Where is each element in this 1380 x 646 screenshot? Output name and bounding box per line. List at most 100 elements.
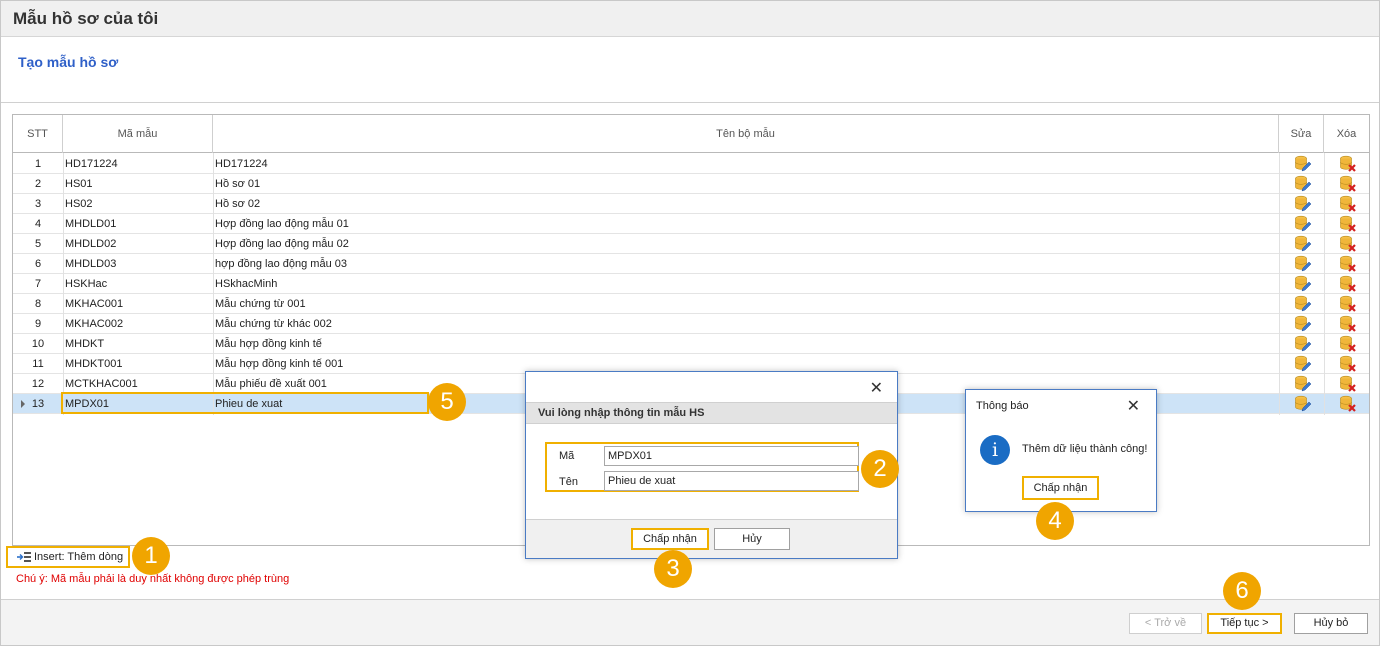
cell-ma-mau[interactable]: HSKHac: [65, 274, 213, 294]
ma-label: Mã: [559, 450, 575, 462]
ma-input[interactable]: MPDX01: [604, 446, 859, 466]
cell-ma-mau[interactable]: MHDLD01: [65, 214, 213, 234]
database-edit-icon[interactable]: [1294, 195, 1312, 213]
database-delete-icon[interactable]: [1339, 355, 1357, 373]
database-delete-icon[interactable]: [1339, 315, 1357, 333]
dialog-button-area: Chấp nhận Hủy: [526, 520, 897, 558]
template-input-dialog: ✕ Vui lòng nhập thông tin mẫu HS Mã MPDX…: [525, 371, 898, 559]
cell-ma-mau[interactable]: HS01: [65, 174, 213, 194]
insert-row-button[interactable]: Insert: Thêm dòng: [6, 546, 130, 568]
next-button[interactable]: Tiếp tục >: [1207, 613, 1282, 634]
insert-row-label: Insert: Thêm dòng: [34, 551, 124, 563]
cell-ten-bo-mau[interactable]: Hợp đồng lao động mẫu 01: [215, 214, 1275, 234]
table-row[interactable]: 3 HS02 Hồ sơ 02: [13, 194, 1369, 214]
database-delete-icon[interactable]: [1339, 235, 1357, 253]
cell-ma-mau[interactable]: MHDKT001: [65, 354, 213, 374]
database-edit-icon[interactable]: [1294, 355, 1312, 373]
table-row[interactable]: 6 MHDLD03 hợp đồng lao động mẫu 03: [13, 254, 1369, 274]
cell-stt[interactable]: 12: [13, 374, 63, 394]
database-delete-icon[interactable]: [1339, 375, 1357, 393]
cell-ma-mau[interactable]: MHDKT: [65, 334, 213, 354]
cell-stt[interactable]: 6: [13, 254, 63, 274]
cell-ma-mau[interactable]: HD171224: [65, 154, 213, 174]
cell-ten-bo-mau[interactable]: Mẫu chứng từ 001: [215, 294, 1275, 314]
header-divider: [1, 102, 1379, 103]
cell-ten-bo-mau[interactable]: Mẫu chứng từ khác 002: [215, 314, 1275, 334]
cell-stt[interactable]: 3: [13, 194, 63, 214]
database-delete-icon[interactable]: [1339, 295, 1357, 313]
database-delete-icon[interactable]: [1339, 215, 1357, 233]
cell-ma-mau[interactable]: HS02: [65, 194, 213, 214]
callout-4: 4: [1036, 502, 1074, 540]
table-row[interactable]: 10 MHDKT Mẫu hợp đồng kinh tế: [13, 334, 1369, 354]
cell-ten-bo-mau[interactable]: Hồ sơ 02: [215, 194, 1275, 214]
cell-stt[interactable]: 8: [13, 294, 63, 314]
cell-stt[interactable]: 10: [13, 334, 63, 354]
cell-ten-bo-mau[interactable]: Hồ sơ 01: [215, 174, 1275, 194]
cell-ma-mau[interactable]: MKHAC002: [65, 314, 213, 334]
cell-stt[interactable]: 13: [13, 394, 63, 414]
grid-divider: [213, 153, 214, 415]
cell-ten-bo-mau[interactable]: HD171224: [215, 154, 1275, 174]
database-delete-icon[interactable]: [1339, 155, 1357, 173]
database-edit-icon[interactable]: [1294, 335, 1312, 353]
callout-6: 6: [1223, 572, 1261, 610]
notification-ok-button[interactable]: Chấp nhận: [1022, 476, 1099, 500]
cell-stt[interactable]: 11: [13, 354, 63, 374]
col-header-xoa[interactable]: Xóa: [1324, 115, 1369, 153]
cell-stt[interactable]: 2: [13, 174, 63, 194]
database-edit-icon[interactable]: [1294, 155, 1312, 173]
col-header-ma[interactable]: Mã mẫu: [63, 115, 213, 153]
page-subtitle: Tạo mẫu hồ sơ: [18, 54, 119, 70]
dialog-ok-button[interactable]: Chấp nhận: [631, 528, 709, 550]
database-edit-icon[interactable]: [1294, 395, 1312, 413]
database-delete-icon[interactable]: [1339, 255, 1357, 273]
cell-stt[interactable]: 5: [13, 234, 63, 254]
cell-ma-mau[interactable]: MHDLD02: [65, 234, 213, 254]
table-row[interactable]: 8 MKHAC001 Mẫu chứng từ 001: [13, 294, 1369, 314]
grid-divider: [63, 153, 64, 415]
cell-ten-bo-mau[interactable]: Mẫu hợp đồng kinh tế: [215, 334, 1275, 354]
database-delete-icon[interactable]: [1339, 335, 1357, 353]
table-row[interactable]: 9 MKHAC002 Mẫu chứng từ khác 002: [13, 314, 1369, 334]
col-header-stt[interactable]: STT: [13, 115, 63, 153]
database-edit-icon[interactable]: [1294, 215, 1312, 233]
database-edit-icon[interactable]: [1294, 235, 1312, 253]
cell-stt[interactable]: 4: [13, 214, 63, 234]
col-header-sua[interactable]: Sửa: [1279, 115, 1324, 153]
cell-ma-mau[interactable]: MCTKHAC001: [65, 374, 213, 394]
table-row[interactable]: 7 HSKHac HSkhacMinh: [13, 274, 1369, 294]
table-row[interactable]: 2 HS01 Hồ sơ 01: [13, 174, 1369, 194]
cell-ten-bo-mau[interactable]: hợp đồng lao động mẫu 03: [215, 254, 1275, 274]
database-edit-icon[interactable]: [1294, 255, 1312, 273]
database-edit-icon[interactable]: [1294, 295, 1312, 313]
cell-ten-bo-mau[interactable]: HSkhacMinh: [215, 274, 1275, 294]
cancel-all-button[interactable]: Hủy bỏ: [1294, 613, 1368, 634]
cell-ma-mau[interactable]: MKHAC001: [65, 294, 213, 314]
close-icon[interactable]: ✕: [1127, 396, 1140, 416]
ten-input[interactable]: Phieu de xuat: [604, 471, 859, 491]
database-delete-icon[interactable]: [1339, 275, 1357, 293]
database-delete-icon[interactable]: [1339, 195, 1357, 213]
table-row[interactable]: 1 HD171224 HD171224: [13, 154, 1369, 174]
table-row[interactable]: 5 MHDLD02 Hợp đồng lao động mẫu 02: [13, 234, 1369, 254]
cell-stt[interactable]: 7: [13, 274, 63, 294]
database-edit-icon[interactable]: [1294, 375, 1312, 393]
insert-row-icon: [17, 552, 31, 562]
cell-stt[interactable]: 1: [13, 154, 63, 174]
database-delete-icon[interactable]: [1339, 175, 1357, 193]
database-delete-icon[interactable]: [1339, 395, 1357, 413]
cell-stt[interactable]: 9: [13, 314, 63, 334]
cell-ten-bo-mau[interactable]: Hợp đồng lao động mẫu 02: [215, 234, 1275, 254]
col-header-ten[interactable]: Tên bộ mẫu: [213, 115, 1279, 153]
database-edit-icon[interactable]: [1294, 315, 1312, 333]
callout-5: 5: [428, 383, 466, 421]
dialog-cancel-button[interactable]: Hủy: [714, 528, 790, 550]
table-row[interactable]: 4 MHDLD01 Hợp đồng lao động mẫu 01: [13, 214, 1369, 234]
database-edit-icon[interactable]: [1294, 275, 1312, 293]
close-icon[interactable]: ✕: [870, 378, 883, 398]
cell-ma-mau[interactable]: MHDLD03: [65, 254, 213, 274]
callout-2: 2: [861, 450, 899, 488]
back-button[interactable]: < Trở về: [1129, 613, 1202, 634]
database-edit-icon[interactable]: [1294, 175, 1312, 193]
